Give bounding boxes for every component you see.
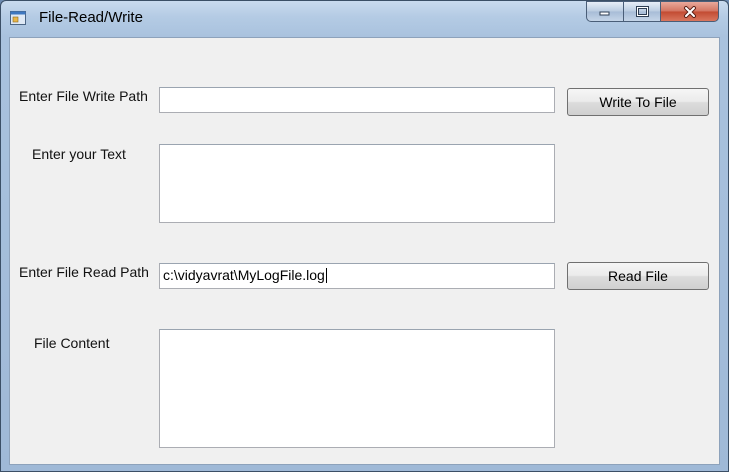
minimize-button[interactable] [586,1,623,22]
read-path-input[interactable]: c:\vidyavrat\MyLogFile.log [159,263,555,289]
close-button[interactable] [660,1,719,22]
title-bar[interactable]: File-Read/Write [1,1,728,37]
form-client-area: Enter File Write Path Write To File Ente… [9,37,720,465]
file-content-label: File Content [34,335,110,351]
minimize-icon [599,11,610,15]
text-label: Enter your Text [32,146,126,162]
maximize-button[interactable] [623,1,660,22]
app-window-icon [10,11,26,25]
close-icon [683,5,696,18]
read-file-button[interactable]: Read File [567,262,709,290]
window-title: File-Read/Write [39,9,143,26]
write-path-input[interactable] [159,87,555,113]
caption-buttons [586,1,719,22]
read-path-value: c:\vidyavrat\MyLogFile.log [163,267,325,283]
app-window: File-Read/Write Enter File Write Path Wr… [0,0,729,472]
write-path-label: Enter File Write Path [19,88,148,104]
text-caret [325,268,327,283]
read-path-label: Enter File Read Path [19,264,149,280]
text-input[interactable] [159,144,555,223]
file-content-box[interactable] [159,329,555,448]
write-to-file-button[interactable]: Write To File [567,88,709,116]
maximize-icon [635,6,649,17]
